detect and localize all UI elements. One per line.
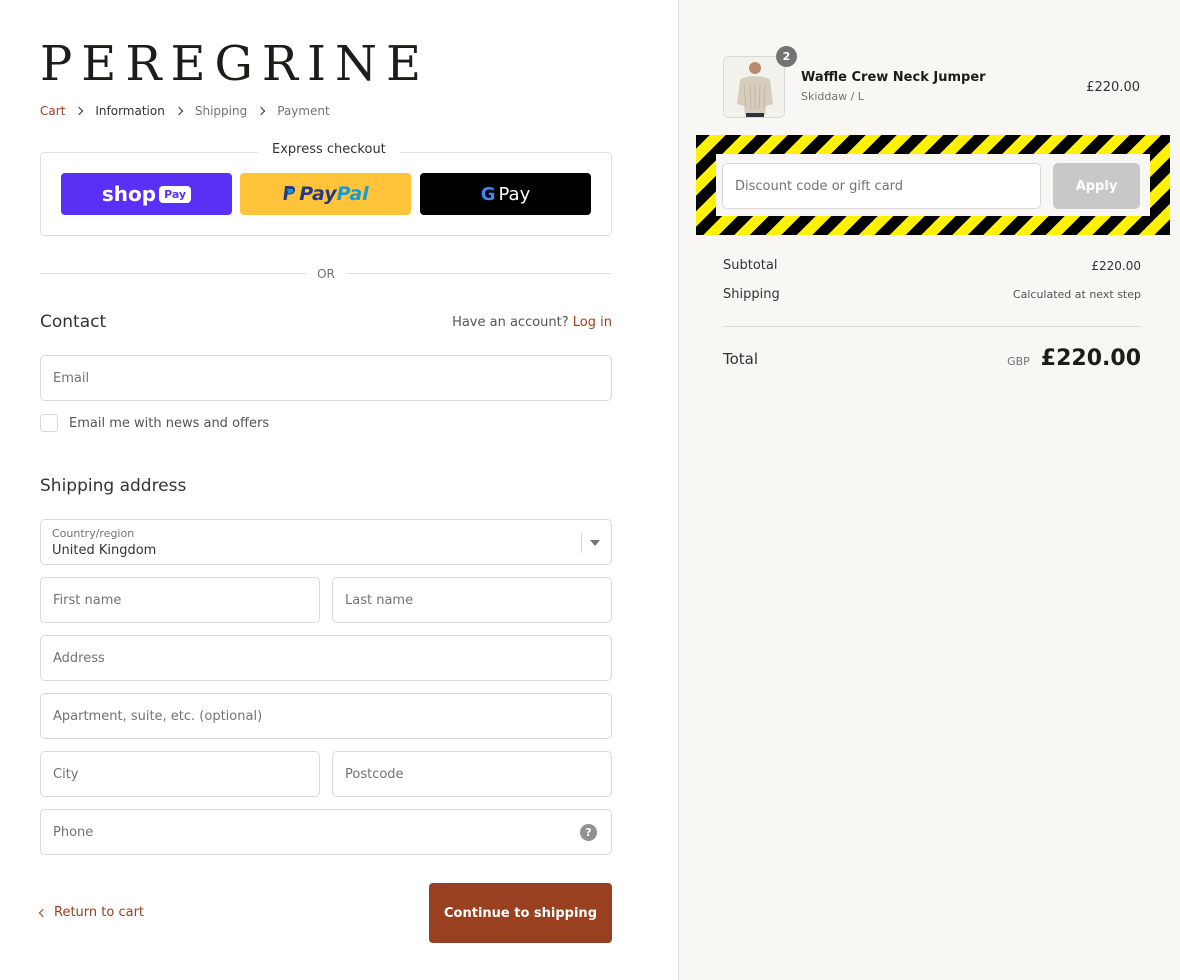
newsletter-option[interactable]: Email me with news and offers [40, 414, 269, 432]
city-input[interactable] [41, 752, 319, 796]
select-divider [581, 532, 582, 553]
subtotal-value: £220.00 [1091, 258, 1141, 273]
account-prompt: Have an account? Log in [452, 315, 612, 330]
subtotal-label: Subtotal [723, 258, 778, 273]
brand-logo[interactable]: PEREGRINE [40, 38, 430, 90]
product-name: Waffle Crew Neck Jumper [801, 70, 986, 85]
divider-line-right [346, 273, 612, 274]
or-divider-text: OR [317, 267, 335, 281]
first-name-input[interactable] [41, 578, 319, 622]
country-select[interactable]: Country/region United Kingdom [40, 519, 612, 565]
order-summary-sidebar: 2 Waffle Crew Neck Jumper Skiddaw / L £2… [678, 0, 1180, 980]
country-value: United Kingdom [52, 543, 157, 558]
address-input[interactable] [41, 636, 611, 680]
total-amount: GBP £220.00 [1007, 346, 1141, 371]
google-g-icon: G [480, 183, 496, 205]
chevron-right-icon [75, 106, 84, 116]
total-label: Total [723, 349, 759, 368]
discount-input[interactable] [723, 164, 1040, 208]
email-field[interactable] [40, 355, 612, 401]
product-variant: Skiddaw / L [801, 90, 864, 103]
product-price: £220.00 [1086, 80, 1140, 95]
paypal-button[interactable]: Pay Pal [240, 173, 411, 215]
newsletter-label: Email me with news and offers [69, 415, 270, 431]
postcode-field[interactable] [332, 751, 612, 797]
phone-input[interactable] [41, 810, 611, 854]
product-thumbnail [723, 56, 785, 118]
divider-line-left [40, 273, 306, 274]
newsletter-checkbox[interactable] [40, 414, 58, 432]
last-name-field[interactable] [332, 577, 612, 623]
email-input[interactable] [41, 356, 611, 400]
account-prompt-text: Have an account? [452, 315, 569, 330]
shop-pay-badge: Pay [159, 185, 192, 203]
breadcrumb: Cart Information Shipping Payment [40, 104, 330, 118]
city-field[interactable] [40, 751, 320, 797]
paypal-icon [283, 186, 296, 200]
chevron-left-icon [38, 908, 48, 917]
summary-divider [723, 326, 1141, 327]
product-image [724, 57, 784, 117]
return-to-cart-link[interactable]: Return to cart [38, 905, 145, 920]
subtotal-row: Subtotal £220.00 [723, 258, 1141, 273]
continue-to-shipping-button[interactable]: Continue to shipping [429, 883, 612, 943]
shipping-address-title: Shipping address [40, 476, 187, 496]
google-pay-button[interactable]: G Pay [420, 173, 591, 215]
postcode-input[interactable] [333, 752, 611, 796]
express-checkout-title: Express checkout [258, 142, 400, 158]
shop-pay-wordmark: shop [101, 182, 157, 206]
quantity-badge: 2 [776, 46, 797, 67]
shipping-label: Shipping [723, 287, 780, 302]
help-icon[interactable]: ? [580, 824, 597, 841]
apartment-input[interactable] [41, 694, 611, 738]
breadcrumb-shipping: Shipping [194, 104, 248, 118]
chevron-right-icon [174, 106, 184, 116]
paypal-word-pay: Pay [299, 183, 337, 205]
shipping-row: Shipping Calculated at next step [723, 287, 1141, 302]
checkout-main: PEREGRINE Cart Information Shipping Paym… [0, 0, 678, 980]
breadcrumb-cart[interactable]: Cart [40, 104, 65, 118]
country-label: Country/region [52, 527, 135, 540]
contact-title: Contact [40, 312, 107, 332]
total-row: Total GBP £220.00 [723, 346, 1141, 371]
paypal-word-pal: Pal [336, 183, 369, 205]
first-name-field[interactable] [40, 577, 320, 623]
return-to-cart-label: Return to cart [54, 905, 145, 920]
shop-pay-button[interactable]: shop Pay [61, 173, 232, 215]
last-name-input[interactable] [333, 578, 611, 622]
phone-field[interactable]: ? [40, 809, 612, 855]
login-link[interactable]: Log in [573, 315, 612, 330]
apply-button[interactable]: Apply [1053, 163, 1140, 209]
apartment-field[interactable] [40, 693, 612, 739]
breadcrumb-payment: Payment [277, 104, 330, 118]
chevron-right-icon [256, 106, 266, 116]
breadcrumb-information: Information [95, 104, 165, 118]
shipping-value: Calculated at next step [1012, 288, 1141, 301]
google-pay-label: Pay [498, 183, 531, 205]
address-field[interactable] [40, 635, 612, 681]
total-value: £220.00 [1040, 346, 1141, 371]
discount-field[interactable] [722, 163, 1041, 209]
caret-down-icon [590, 540, 600, 546]
currency-code: GBP [1007, 355, 1030, 368]
discount-section: Apply [716, 154, 1150, 216]
discount-highlight-frame: Apply [696, 135, 1170, 235]
